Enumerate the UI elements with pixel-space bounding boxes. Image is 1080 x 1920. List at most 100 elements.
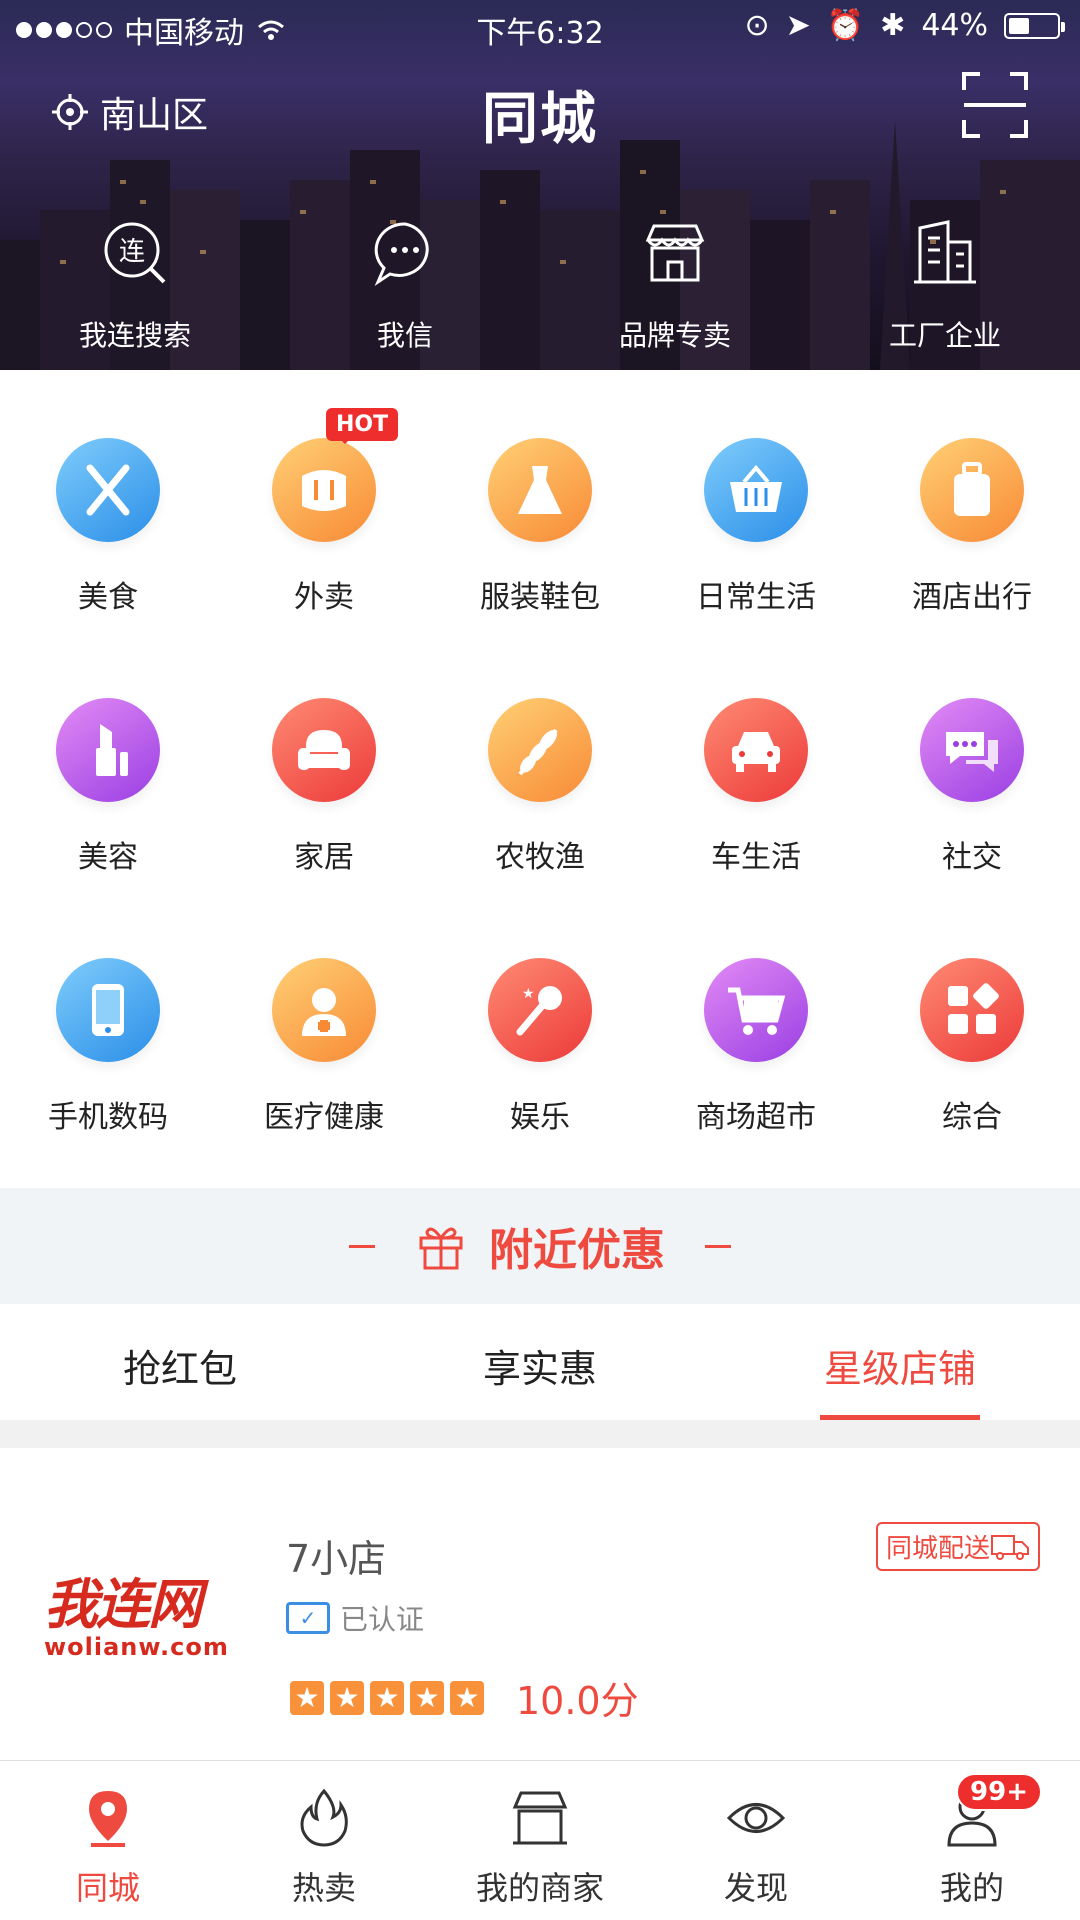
tabbar-label: 我的 xyxy=(939,1869,1004,1907)
tabbar-discover[interactable]: 发现 xyxy=(648,1761,864,1920)
gift-icon xyxy=(419,1227,463,1270)
category-label: 酒店出行 xyxy=(912,580,1032,615)
chat-bubble-icon xyxy=(374,222,429,287)
building-icon xyxy=(914,220,976,284)
logo-url: wolianw.com xyxy=(44,1633,229,1661)
tabbar-label: 热卖 xyxy=(291,1869,356,1907)
dress-icon xyxy=(488,438,592,542)
tab-discount[interactable]: 享实惠 xyxy=(360,1304,720,1420)
clock: 下午6:32 xyxy=(476,16,604,51)
tabbar-my-merchants[interactable]: 我的商家 xyxy=(432,1761,648,1920)
divider xyxy=(705,1244,731,1248)
svg-text:★: ★ xyxy=(522,986,535,1002)
category-hotel-travel[interactable]: 酒店出行 xyxy=(864,438,1080,698)
search-lian-icon: 连 xyxy=(104,222,166,284)
category-general[interactable]: 综合 xyxy=(864,958,1080,1218)
phone-icon xyxy=(56,958,160,1062)
truck-icon xyxy=(991,1534,1029,1560)
deal-tabs: 抢红包 享实惠 星级店铺 xyxy=(0,1304,1080,1420)
category-entertainment[interactable]: ★ 娱乐 xyxy=(432,958,648,1218)
quick-link-factory[interactable]: 工厂企业 xyxy=(810,218,1080,354)
category-agriculture[interactable]: 农牧渔 xyxy=(432,698,648,958)
shop-rating: ★ ★ ★ ★ ★ 10.0分 xyxy=(290,1670,639,1725)
quick-links: 连 我连搜索 我信 品牌专卖 工厂企业 xyxy=(0,218,1080,354)
category-label: 社交 xyxy=(942,840,1002,875)
category-apparel[interactable]: 服装鞋包 xyxy=(432,438,648,698)
category-daily-life[interactable]: 日常生活 xyxy=(648,438,864,698)
hot-badge: HOT xyxy=(326,408,399,444)
tabbar-label: 我的商家 xyxy=(475,1869,604,1907)
category-label: 家居 xyxy=(294,840,354,875)
category-home[interactable]: 家居 xyxy=(216,698,432,958)
top-nav: 南山区 同城 xyxy=(0,70,1080,152)
category-grid: 美食 HOT 外卖 服装鞋包 日常生活 酒店出行 美容 家居 农牧渔 车生活 社… xyxy=(0,408,1080,1218)
star-icon: ★ xyxy=(410,1680,444,1715)
category-label: 美容 xyxy=(78,840,138,875)
lock-rotation-icon: ⊙ xyxy=(744,8,770,43)
tabbar-hot[interactable]: 热卖 xyxy=(216,1761,432,1920)
store-icon xyxy=(645,224,705,282)
star-icon: ★ xyxy=(290,1680,324,1715)
tabbar-label: 同城 xyxy=(75,1869,140,1907)
category-social[interactable]: 社交 xyxy=(864,698,1080,958)
tabbar-me[interactable]: 99+ 我的 xyxy=(864,1761,1080,1920)
quick-link-message[interactable]: 我信 xyxy=(270,218,540,354)
quick-link-brand[interactable]: 品牌专卖 xyxy=(540,218,810,354)
category-label: 娱乐 xyxy=(510,1100,570,1135)
shop-icon xyxy=(512,1791,568,1845)
category-label: 综合 xyxy=(942,1100,1002,1135)
location-pin-icon xyxy=(89,1791,127,1847)
certified-badge: ✓ 已认证 xyxy=(286,1598,424,1638)
chat-icon xyxy=(920,698,1024,802)
category-digital[interactable]: 手机数码 xyxy=(0,958,216,1218)
location-arrow-icon: ➤ xyxy=(785,8,811,43)
scan-icon[interactable] xyxy=(960,70,1030,140)
category-takeout[interactable]: HOT 外卖 xyxy=(216,408,432,698)
category-beauty[interactable]: 美容 xyxy=(0,698,216,958)
nearby-title: 附近优惠 xyxy=(489,1225,665,1276)
category-label: 服装鞋包 xyxy=(480,580,600,615)
basket-icon xyxy=(704,438,808,542)
alarm-icon: ⏰ xyxy=(826,8,865,43)
eye-icon xyxy=(726,1803,786,1833)
category-label: 日常生活 xyxy=(696,580,816,615)
category-food[interactable]: 美食 xyxy=(0,438,216,698)
battery-percent: 44% xyxy=(921,8,988,43)
category-label: 农牧渔 xyxy=(495,840,585,875)
wheat-icon xyxy=(488,698,592,802)
category-label: 商场超市 xyxy=(696,1100,816,1135)
quick-link-label: 品牌专卖 xyxy=(618,319,731,352)
shop-card[interactable]: 我连网 wolianw.com 7小店 同城配送 ✓ 已认证 ★ ★ ★ ★ ★… xyxy=(0,1448,1080,1762)
certified-label: 已认证 xyxy=(340,1603,425,1636)
category-medical[interactable]: 医疗健康 xyxy=(216,958,432,1218)
logo-text: 我连网 xyxy=(44,1572,202,1636)
sofa-icon xyxy=(272,698,376,802)
star-icon: ★ xyxy=(370,1680,404,1715)
tabbar-label: 发现 xyxy=(723,1869,788,1907)
app-brand-title: 同城 xyxy=(482,87,598,152)
quick-link-label: 我信 xyxy=(376,319,433,352)
category-label: 手机数码 xyxy=(48,1100,168,1135)
quick-link-search[interactable]: 连 我连搜索 xyxy=(0,218,270,354)
quick-link-label: 工厂企业 xyxy=(888,319,1001,352)
tab-star-shops[interactable]: 星级店铺 xyxy=(720,1304,1080,1420)
section-separator xyxy=(0,1420,1080,1448)
tabbar-local[interactable]: 同城 xyxy=(0,1761,216,1920)
status-bar: 中国移动 下午6:32 ⊙ ➤ ⏰ ✱ 44% xyxy=(0,0,1080,56)
bluetooth-icon: ✱ xyxy=(880,8,906,43)
shop-score: 10.0分 xyxy=(516,1679,639,1723)
flame-icon xyxy=(300,1788,348,1847)
cart-icon xyxy=(704,958,808,1062)
category-car-life[interactable]: 车生活 xyxy=(648,698,864,958)
star-icon: ★ xyxy=(330,1680,364,1715)
lipstick-icon xyxy=(56,698,160,802)
doctor-icon xyxy=(272,958,376,1062)
category-supermarket[interactable]: 商场超市 xyxy=(648,958,864,1218)
category-label: 外卖 xyxy=(294,580,354,615)
tab-red-packet[interactable]: 抢红包 xyxy=(0,1304,360,1420)
notification-badge: 99+ xyxy=(956,1773,1042,1811)
star-icon: ★ xyxy=(450,1680,484,1715)
quick-link-label: 我连搜索 xyxy=(78,319,191,352)
grid-icon xyxy=(920,958,1024,1062)
nearby-deals-header: 附近优惠 xyxy=(0,1188,1080,1304)
